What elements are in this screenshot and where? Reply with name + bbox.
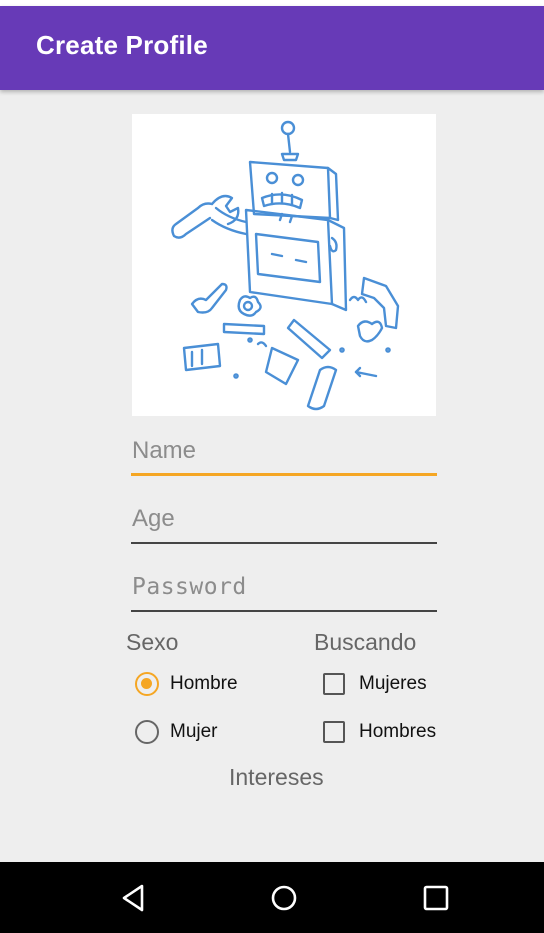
- sexo-label: Sexo: [126, 629, 179, 655]
- checkbox-icon[interactable]: [323, 673, 345, 695]
- name-field[interactable]: [131, 428, 437, 476]
- checkbox-hombres-label: Hombres: [359, 721, 437, 742]
- checkbox-mujeres[interactable]: Mujeres: [323, 673, 427, 695]
- robot-sketch-icon: [171, 120, 400, 411]
- checkbox-mujeres-label: Mujeres: [359, 673, 427, 694]
- page-title: Create Profile: [36, 30, 208, 60]
- name-underline: [131, 473, 437, 476]
- back-icon[interactable]: [116, 880, 152, 916]
- recents-icon[interactable]: [418, 880, 454, 916]
- checkbox-icon[interactable]: [323, 721, 345, 743]
- radio-unchecked-icon[interactable]: [135, 720, 159, 744]
- password-field[interactable]: [131, 564, 437, 612]
- radio-hombre-label: Hombre: [170, 673, 238, 694]
- profile-image[interactable]: [132, 114, 436, 416]
- intereses-label: Intereses: [229, 764, 324, 790]
- password-underline: [131, 610, 437, 612]
- navigation-bar: [0, 862, 544, 933]
- checkbox-hombres[interactable]: Hombres: [323, 721, 436, 743]
- home-icon[interactable]: [266, 880, 302, 916]
- age-field[interactable]: [131, 496, 437, 544]
- age-underline: [131, 542, 437, 544]
- age-input[interactable]: [131, 496, 437, 542]
- name-input[interactable]: [131, 428, 437, 474]
- radio-hombre[interactable]: Hombre: [135, 672, 238, 696]
- radio-mujer-label: Mujer: [170, 721, 218, 742]
- password-input[interactable]: [131, 564, 437, 610]
- radio-mujer[interactable]: Mujer: [135, 720, 218, 744]
- app-bar: Create Profile: [0, 6, 544, 90]
- buscando-label: Buscando: [314, 629, 417, 655]
- radio-checked-icon[interactable]: [135, 672, 159, 696]
